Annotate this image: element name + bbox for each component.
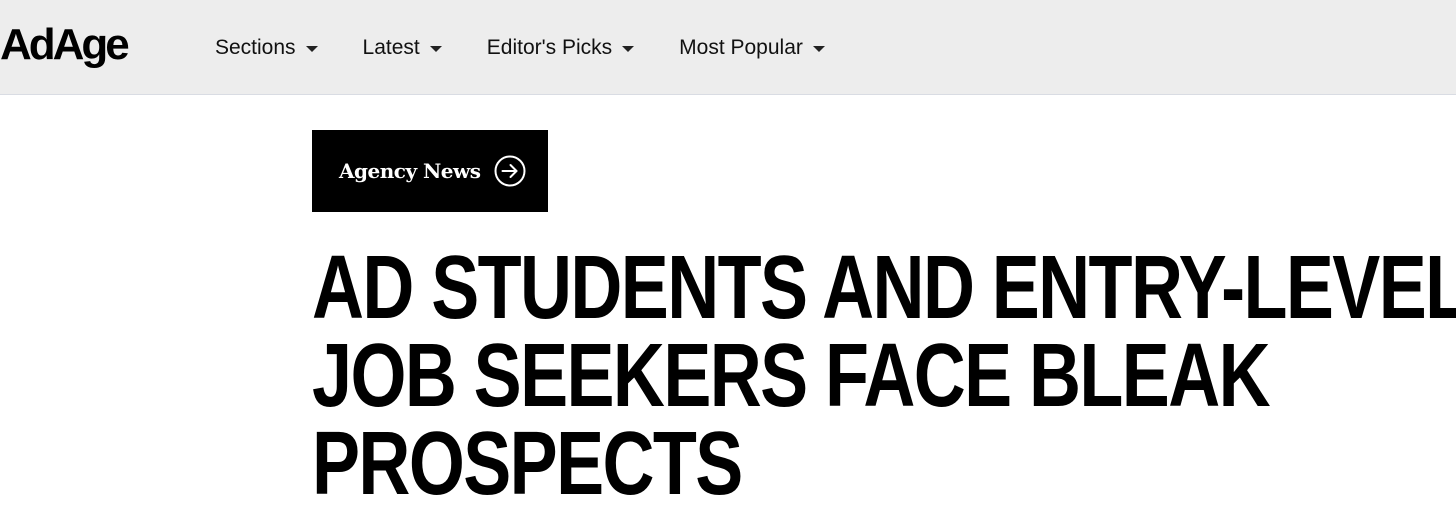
chevron-down-icon: [622, 45, 635, 52]
headline-line-3: PROSPECTS: [312, 414, 743, 514]
nav-sections-label: Sections: [215, 35, 296, 59]
nav-latest[interactable]: Latest: [363, 36, 442, 60]
headline-line-2: JOB SEEKERS FACE BLEAK: [312, 326, 1271, 426]
adage-logo[interactable]: AdAge: [0, 17, 130, 73]
chevron-down-icon: [812, 45, 825, 52]
main-nav: Sections Latest Editor's Picks Most Popu…: [215, 0, 825, 95]
nav-sections[interactable]: Sections: [215, 36, 318, 60]
nav-most-popular[interactable]: Most Popular: [679, 36, 825, 60]
category-label: Agency News: [339, 159, 481, 183]
article-headline: AD STUDENTS AND ENTRY-LEVEL JOB SEEKERS …: [312, 238, 1456, 514]
site-header: AdAge Sections Latest Editor's Picks Mos…: [0, 0, 1456, 95]
chevron-down-icon: [305, 45, 318, 52]
nav-editors-picks[interactable]: Editor's Picks: [486, 35, 635, 60]
nav-latest-label: Latest: [362, 35, 420, 59]
nav-editors-picks-label: Editor's Picks: [486, 35, 613, 59]
arrow-right-circle-icon: [494, 155, 526, 187]
category-tag-link[interactable]: Agency News: [312, 130, 548, 212]
chevron-down-icon: [429, 45, 442, 52]
headline-line-1: AD STUDENTS AND ENTRY-LEVEL: [312, 238, 1456, 338]
nav-most-popular-label: Most Popular: [679, 35, 803, 59]
